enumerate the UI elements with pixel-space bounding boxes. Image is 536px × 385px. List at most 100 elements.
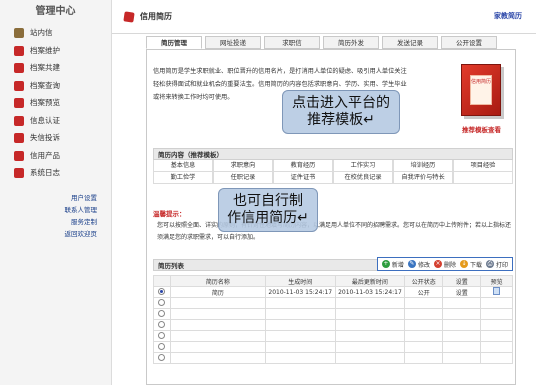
create-callout: 也可自行制作信用简历↵: [218, 188, 318, 232]
tab-1[interactable]: 网址投递: [205, 36, 261, 49]
mail-icon: [14, 28, 24, 38]
table-row-empty[interactable]: [153, 308, 513, 320]
empty-cell: [480, 297, 513, 309]
radio-icon[interactable]: [158, 342, 166, 350]
add-button[interactable]: + 新增: [381, 259, 404, 269]
toolbar-label: 新增: [391, 261, 404, 269]
delete-button[interactable]: × 删除: [433, 259, 456, 269]
sidebar-item[interactable]: 信息认证: [0, 112, 111, 130]
tab-2[interactable]: 求职信: [264, 36, 320, 49]
table-row-empty[interactable]: [153, 297, 513, 309]
empty-cell: [404, 308, 444, 320]
tab-3[interactable]: 简历外发: [323, 36, 379, 49]
radio-icon[interactable]: [158, 331, 166, 339]
sidebar-item-label: 档案预览: [30, 98, 60, 108]
empty-cell: [442, 319, 482, 331]
tab-bar: 简历管理 网址投递 求职信 简历外发 发送记录 公开设置: [146, 36, 500, 49]
column-header: 预览: [480, 275, 513, 287]
empty-cell: [169, 297, 266, 309]
sidebar-item-label: 信息认证: [30, 115, 60, 125]
table-row-empty[interactable]: [153, 341, 513, 353]
empty-cell: [404, 341, 444, 353]
empty-cell: [169, 308, 266, 320]
empty-cell: [404, 319, 444, 331]
content-item[interactable]: 求职意向: [213, 160, 273, 172]
top-bar: 信用简历 家教简历: [112, 0, 536, 34]
empty-cell: [334, 308, 406, 320]
empty-cell: [480, 319, 513, 331]
row-radio[interactable]: [153, 286, 171, 298]
empty-cell: [404, 297, 444, 309]
preview-cell[interactable]: [480, 286, 513, 298]
sidebar-sub-link[interactable]: 返回欢迎页: [0, 228, 98, 240]
sidebar-sub-link[interactable]: 服务定制: [0, 216, 97, 228]
content-grid-row: 基本信息 求职意向 教育经历 工作实习 培训经历 项目经验: [153, 160, 513, 172]
content-item[interactable]: 勤工俭学: [153, 172, 213, 184]
tab-4[interactable]: 发送记录: [382, 36, 438, 49]
toolbar-label: 删除: [443, 261, 456, 269]
product-icon: [14, 150, 24, 161]
empty-cell: [480, 330, 513, 342]
sidebar-item[interactable]: 档案共建: [0, 59, 111, 77]
sidebar-item[interactable]: 档案查询: [0, 77, 111, 95]
cell-name: 简历: [169, 286, 266, 298]
sidebar-sub-link[interactable]: 用户设置: [0, 192, 97, 204]
radio-icon[interactable]: [158, 320, 166, 328]
sidebar-item[interactable]: 信用产品: [0, 147, 111, 165]
sidebar-item-label: 档案维护: [30, 45, 60, 55]
resume-content-header: 简历内容（推荐模板）: [153, 148, 513, 160]
preview-icon[interactable]: [493, 287, 501, 295]
radio-selected-icon[interactable]: [158, 287, 166, 295]
sidebar-item[interactable]: 失信投诉: [0, 129, 111, 147]
download-button[interactable]: ↓ 下载: [459, 259, 482, 269]
sidebar-item-label: 档案查询: [30, 80, 60, 90]
radio-icon[interactable]: [158, 298, 166, 306]
empty-cell: [169, 330, 266, 342]
search-doc-icon: [14, 80, 24, 91]
brand-link[interactable]: 家教简历: [494, 11, 522, 21]
radio-icon[interactable]: [158, 353, 166, 361]
empty-cell: [264, 330, 336, 342]
table-row-empty[interactable]: [153, 330, 513, 342]
sidebar-item-label: 失信投诉: [30, 133, 60, 143]
radio-icon[interactable]: [158, 309, 166, 317]
empty-cell: [334, 330, 406, 342]
edit-button[interactable]: ✎ 修改: [407, 259, 430, 269]
tab-0[interactable]: 简历管理: [146, 36, 202, 49]
resume-book-image[interactable]: 信用简历: [461, 64, 501, 116]
content-item[interactable]: 教育经历: [273, 160, 333, 172]
table-row-empty[interactable]: [153, 319, 513, 331]
empty-cell: [169, 352, 266, 364]
table-row-empty[interactable]: [153, 352, 513, 364]
content-item[interactable]: 任职记录: [213, 172, 273, 184]
empty-cell: [264, 308, 336, 320]
content-item[interactable]: 自我评价与特长: [393, 172, 453, 184]
settings-link[interactable]: 设置: [442, 286, 482, 298]
sidebar-item[interactable]: 站内信: [0, 24, 111, 42]
sidebar-item[interactable]: 档案维护: [0, 42, 111, 60]
tab-5[interactable]: 公开设置: [441, 36, 497, 49]
empty-cell: [264, 297, 336, 309]
content-item[interactable]: 基本信息: [153, 160, 213, 172]
content-item[interactable]: 工作实习: [333, 160, 393, 172]
sidebar-item[interactable]: 档案预览: [0, 94, 111, 112]
preview-icon: [14, 98, 24, 108]
content-item[interactable]: 培训经历: [393, 160, 453, 172]
content-item[interactable]: 在校优良记录: [333, 172, 393, 184]
resume-table: 简历名称 生成时间 最后更新时间 公开状态 设置 预览 简历 2010-11-03 15:2…: [153, 275, 513, 364]
sidebar-sub-link[interactable]: 联系人管理: [0, 204, 98, 216]
sidebar-item-label: 站内信: [30, 28, 53, 38]
content-item[interactable]: 证件证书: [273, 172, 333, 184]
table-body: 简历 2010-11-03 15:24:17 2010-11-03 15:24:17…: [153, 286, 513, 364]
tip-title: 温馨提示：: [153, 210, 186, 218]
print-button[interactable]: ⎙ 打印: [485, 259, 508, 269]
template-link[interactable]: 推荐模板查看: [462, 124, 501, 134]
download-icon: ↓: [459, 260, 468, 268]
column-header: 公开状态: [404, 275, 444, 287]
sidebar-item[interactable]: 系统日志: [0, 164, 111, 182]
empty-cell: [442, 297, 482, 309]
content-item[interactable]: 项目经验: [453, 160, 513, 172]
table-row[interactable]: 简历 2010-11-03 15:24:17 2010-11-03 15:24:17…: [153, 286, 513, 298]
print-icon: ⎙: [485, 260, 494, 268]
empty-cell: [442, 341, 482, 353]
